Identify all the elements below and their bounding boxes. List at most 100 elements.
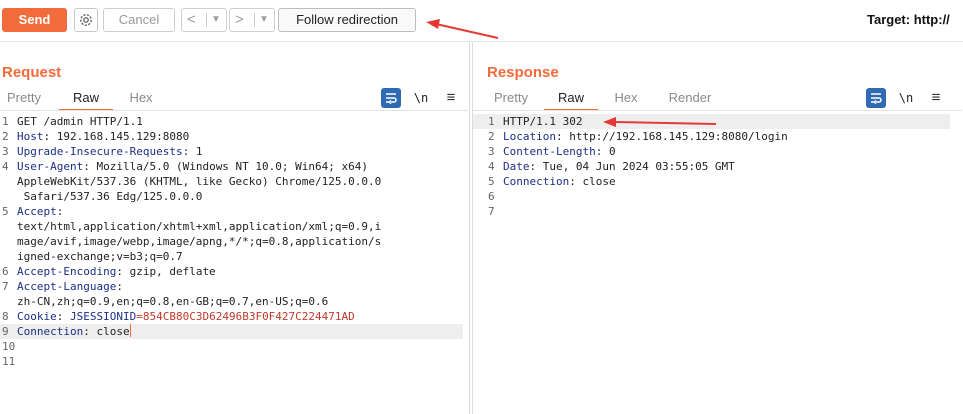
line-content: Connection: close bbox=[503, 175, 616, 188]
tab-raw[interactable]: Raw bbox=[59, 89, 113, 111]
code-line: 9 Connection: close bbox=[0, 324, 463, 339]
cancel-button[interactable]: Cancel bbox=[103, 8, 175, 32]
header-name: Accept bbox=[17, 205, 57, 218]
header-value: gzip, deflate bbox=[122, 265, 216, 278]
show-newlines-button[interactable]: \n bbox=[896, 88, 916, 108]
forward-dropdown-icon[interactable]: ▼ bbox=[259, 12, 269, 28]
code-line: 2 Host: 192.168.145.129:8080 bbox=[0, 129, 463, 144]
code-line: AppleWebKit/537.36 (KHTML, like Gecko) C… bbox=[0, 174, 463, 189]
header-value: 1 bbox=[189, 145, 203, 158]
line-number: 3 bbox=[488, 145, 495, 158]
header-name: Host bbox=[17, 130, 44, 143]
line-content: text/html,application/xhtml+xml,applicat… bbox=[17, 219, 381, 234]
divider bbox=[206, 13, 207, 27]
code-line: zh-CN,zh;q=0.9,en;q=0.8,en-GB;q=0.7,en-U… bbox=[0, 294, 463, 309]
divider bbox=[254, 13, 255, 27]
tab-pretty[interactable]: Pretty bbox=[485, 89, 537, 111]
cookie-value: =854CB80C3D62496B3F0F427C224471AD bbox=[136, 310, 355, 323]
line-number: 11 bbox=[2, 355, 16, 368]
line-number: 4 bbox=[488, 160, 495, 173]
code-line: 3 Content-Length: 0 bbox=[473, 144, 950, 159]
response-pane: Response Pretty Raw Hex Render \n ≡ 1 HTT… bbox=[472, 42, 963, 414]
line-number: 2 bbox=[488, 130, 495, 143]
menu-icon[interactable]: ≡ bbox=[926, 88, 946, 108]
header-name: User-Agent bbox=[17, 160, 84, 173]
line-content: User-Agent: Mozilla/5.0 (Windows NT 10.0… bbox=[17, 160, 369, 173]
word-wrap-icon[interactable] bbox=[381, 88, 401, 108]
request-editor[interactable]: 1 GET /admin HTTP/1.1 2 Host: 192.168.145.1… bbox=[0, 114, 463, 369]
line-content: Accept: bbox=[17, 205, 64, 218]
header-value: 0 bbox=[602, 145, 616, 158]
line-number: 9 bbox=[2, 325, 9, 338]
request-pane: Request Pretty Raw Hex \n ≡ 1 GET /admin … bbox=[0, 42, 470, 414]
tab-pretty[interactable]: Pretty bbox=[0, 89, 48, 111]
header-value: close bbox=[575, 175, 616, 188]
code-line: 2 Location: http://192.168.145.129:8080/l… bbox=[473, 129, 950, 144]
line-number: 2 bbox=[2, 130, 9, 143]
line-number: 7 bbox=[488, 205, 495, 218]
header-value: Mozilla/5.0 (Windows NT 10.0; Win64; x64… bbox=[89, 160, 369, 173]
tab-divider bbox=[0, 110, 468, 111]
line-content: Safari/537.36 Edg/125.0.0.0 bbox=[17, 189, 203, 204]
code-line: igned-exchange;v=b3;q=0.7 bbox=[0, 249, 463, 264]
header-value: 192.168.145.129:8080 bbox=[50, 130, 190, 143]
line-content: Accept-Encoding: gzip, deflate bbox=[17, 265, 216, 278]
response-title: Response bbox=[487, 64, 559, 81]
menu-icon[interactable]: ≡ bbox=[441, 88, 461, 108]
show-newlines-button[interactable]: \n bbox=[411, 88, 431, 108]
line-number: 1 bbox=[488, 115, 495, 128]
header-value: close bbox=[89, 325, 130, 338]
word-wrap-icon[interactable] bbox=[866, 88, 886, 108]
forward-arrow-icon: > bbox=[235, 11, 244, 28]
line-content: Cookie: JSESSIONID=854CB80C3D62496B3F0F4… bbox=[17, 310, 355, 323]
header-name: Location bbox=[503, 130, 556, 143]
tab-render[interactable]: Render bbox=[662, 89, 718, 111]
header-name: Upgrade-Insecure-Requests bbox=[17, 145, 183, 158]
header-name: Connection bbox=[503, 175, 570, 188]
forward-button[interactable]: > ▼ bbox=[229, 8, 275, 32]
tab-divider bbox=[473, 110, 962, 111]
code-line: 3 Upgrade-Insecure-Requests: 1 bbox=[0, 144, 463, 159]
line-number: 1 bbox=[2, 115, 9, 128]
target-label[interactable]: Target: http:// bbox=[867, 12, 950, 27]
header-name: Date bbox=[503, 160, 530, 173]
settings-button[interactable] bbox=[74, 8, 98, 32]
code-line: 4 Date: Tue, 04 Jun 2024 03:55:05 GMT bbox=[473, 159, 950, 174]
gear-icon bbox=[80, 14, 92, 26]
tab-hex[interactable]: Hex bbox=[120, 89, 162, 111]
response-editor[interactable]: 1 HTTP/1.1 302 2 Location: http://192.168.1… bbox=[473, 114, 950, 219]
line-content: zh-CN,zh;q=0.9,en;q=0.8,en-GB;q=0.7,en-U… bbox=[17, 294, 328, 309]
line-number: 3 bbox=[2, 145, 9, 158]
line-text: mage/avif,image/webp,image/apng,*/*;q=0.… bbox=[17, 235, 382, 248]
line-number: 4 bbox=[2, 160, 9, 173]
send-button[interactable]: Send bbox=[2, 8, 67, 32]
back-dropdown-icon[interactable]: ▼ bbox=[211, 12, 221, 28]
line-text: zh-CN,zh;q=0.9,en;q=0.8,en-GB;q=0.7,en-U… bbox=[17, 295, 329, 308]
line-number: 10 bbox=[2, 340, 16, 353]
line-content: Accept-Language: bbox=[17, 280, 123, 293]
code-line: 8 Cookie: JSESSIONID=854CB80C3D62496B3F0F… bbox=[0, 309, 463, 324]
code-line: Safari/537.36 Edg/125.0.0.0 bbox=[0, 189, 463, 204]
line-text: AppleWebKit/537.36 (KHTML, like Gecko) C… bbox=[17, 175, 382, 188]
line-content: Content-Length: 0 bbox=[503, 145, 616, 158]
line-content: Connection: close bbox=[17, 324, 131, 338]
line-content: Upgrade-Insecure-Requests: 1 bbox=[17, 145, 203, 158]
line-number: 6 bbox=[2, 265, 9, 278]
code-line: 1 HTTP/1.1 302 bbox=[473, 114, 950, 129]
line-content: Date: Tue, 04 Jun 2024 03:55:05 GMT bbox=[503, 160, 735, 173]
code-line: mage/avif,image/webp,image/apng,*/*;q=0.… bbox=[0, 234, 463, 249]
line-number: 5 bbox=[2, 205, 9, 218]
cookie-name: JSESSIONID bbox=[70, 310, 137, 323]
back-button[interactable]: < ▼ bbox=[181, 8, 227, 32]
line-number: 5 bbox=[488, 175, 495, 188]
line-content: mage/avif,image/webp,image/apng,*/*;q=0.… bbox=[17, 234, 381, 249]
code-line: text/html,application/xhtml+xml,applicat… bbox=[0, 219, 463, 234]
line-text: HTTP/1.1 302 bbox=[503, 115, 583, 128]
line-text: GET /admin HTTP/1.1 bbox=[17, 115, 143, 128]
code-line: 10 bbox=[0, 339, 463, 354]
line-text: text/html,application/xhtml+xml,applicat… bbox=[17, 220, 382, 233]
tab-hex[interactable]: Hex bbox=[607, 89, 645, 111]
line-number: 7 bbox=[2, 280, 9, 293]
follow-redirection-button[interactable]: Follow redirection bbox=[278, 8, 416, 32]
tab-raw[interactable]: Raw bbox=[544, 89, 598, 111]
